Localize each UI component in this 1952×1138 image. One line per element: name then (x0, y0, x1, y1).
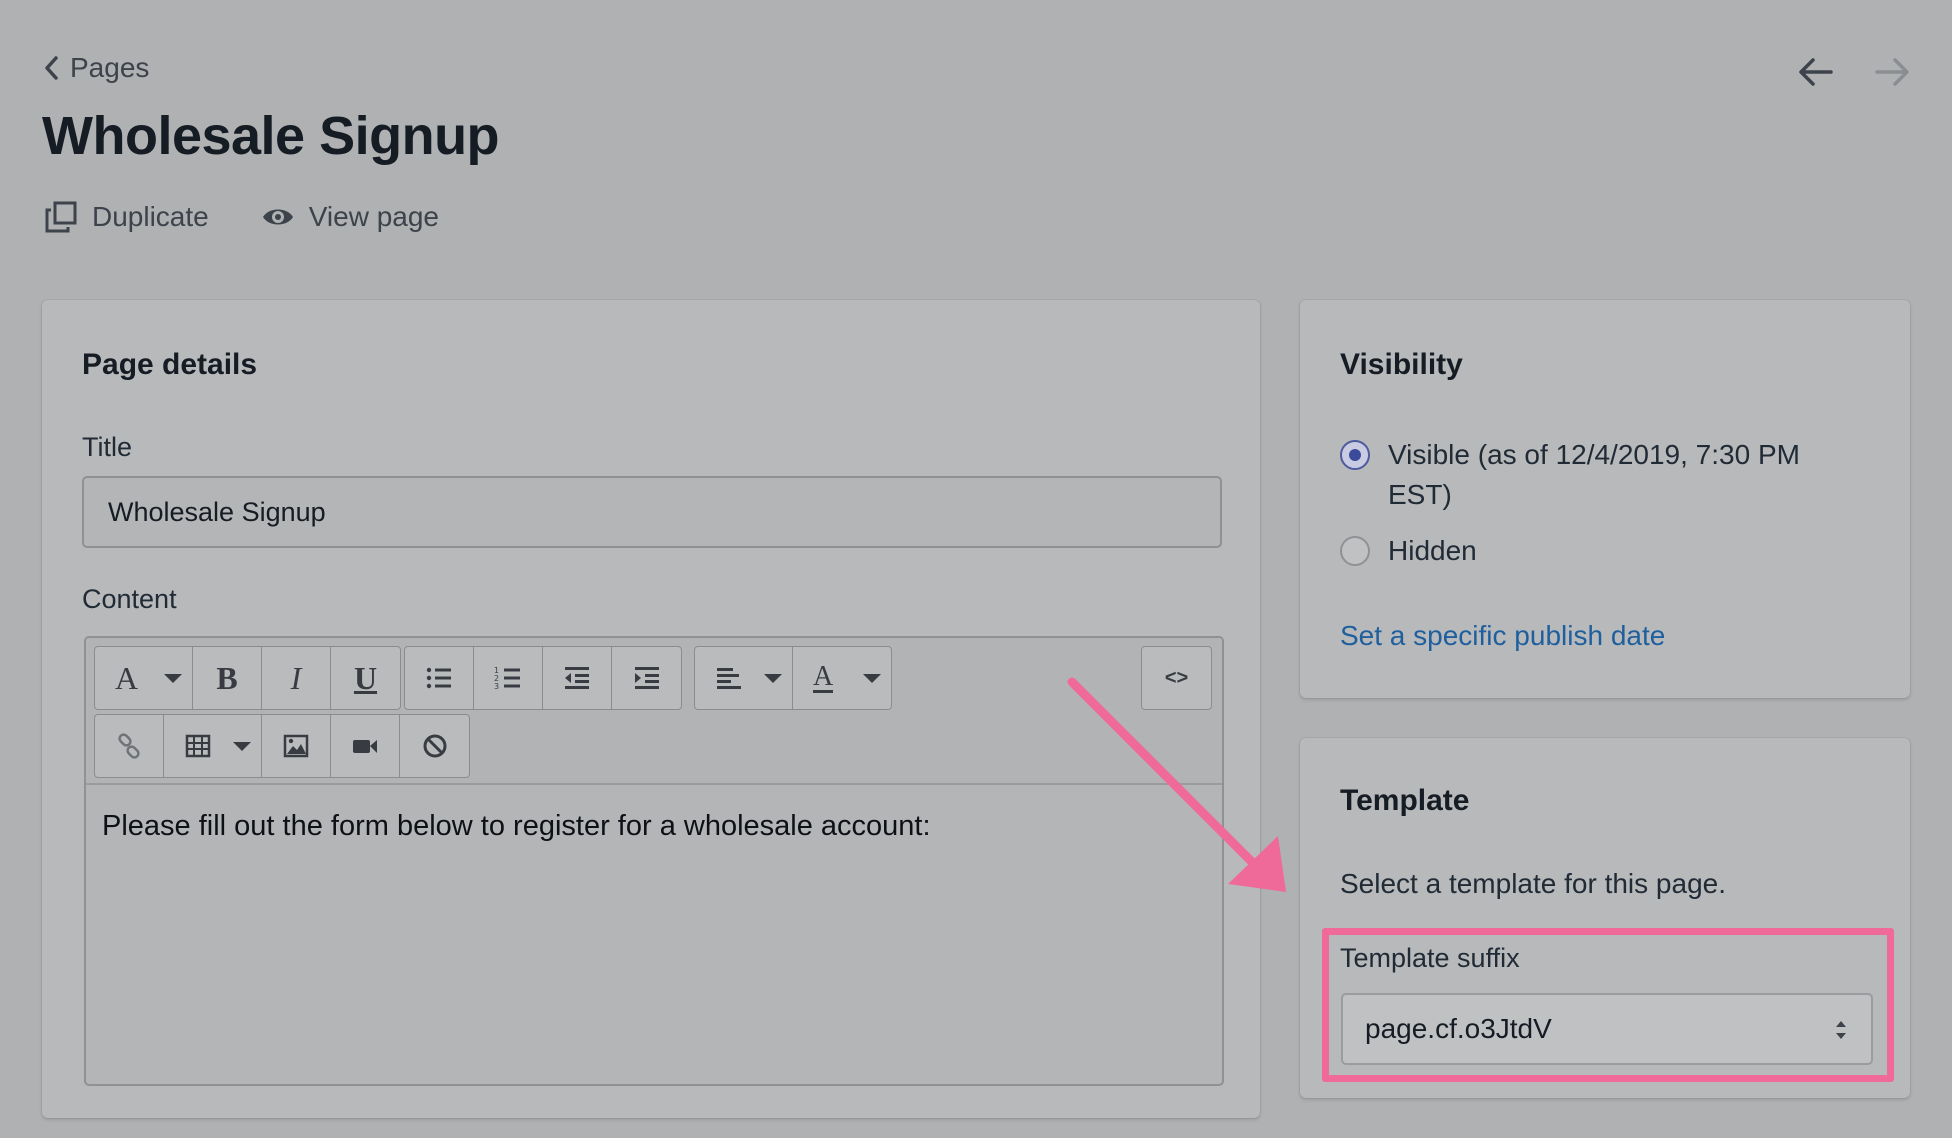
hidden-radio[interactable] (1340, 536, 1370, 566)
outdent-button[interactable] (543, 647, 612, 709)
chevron-down-icon (164, 674, 182, 683)
text-color-dropdown[interactable]: A (793, 647, 891, 709)
italic-button[interactable]: I (262, 647, 331, 709)
page-actions: Duplicate View page (44, 200, 439, 234)
bullet-list-icon (426, 667, 451, 689)
hidden-option-label: Hidden (1388, 535, 1477, 566)
chevron-down-icon (764, 674, 782, 683)
bold-button[interactable]: B (193, 647, 262, 709)
list-group: 123 (404, 646, 682, 710)
outdent-icon (565, 667, 589, 689)
insert-table-dropdown[interactable] (164, 715, 262, 777)
chevron-down-icon (863, 674, 881, 683)
indent-button[interactable] (612, 647, 681, 709)
page-title: Wholesale Signup (42, 106, 500, 166)
title-input[interactable]: Wholesale Signup (82, 476, 1222, 548)
arrow-right-icon[interactable] (1874, 55, 1910, 89)
numbered-list-icon: 123 (494, 666, 520, 691)
alignment-color-group: A (694, 646, 892, 710)
select-arrows-icon (1836, 1021, 1846, 1039)
title-input-value: Wholesale Signup (108, 496, 326, 527)
arrow-left-icon[interactable] (1798, 55, 1834, 89)
editor-content[interactable]: Please fill out the form below to regist… (102, 810, 931, 843)
numbered-list-button[interactable]: 123 (474, 647, 543, 709)
align-left-icon (717, 668, 741, 689)
font-style-glyph: A (115, 659, 139, 696)
breadcrumb-label: Pages (70, 52, 150, 83)
bold-glyph: B (216, 659, 238, 696)
breadcrumb-pages[interactable]: Pages (42, 52, 149, 84)
page-details-heading: Page details (82, 348, 258, 381)
link-icon (118, 733, 140, 759)
template-heading: Template (1340, 784, 1470, 817)
clear-formatting-icon (423, 734, 446, 758)
indent-icon (634, 667, 659, 689)
duplicate-label: Duplicate (92, 201, 209, 232)
view-page-button[interactable]: View page (261, 200, 439, 234)
duplicate-button[interactable]: Duplicate (44, 200, 209, 234)
insert-group (94, 714, 470, 778)
chevron-left-icon (45, 56, 58, 80)
annotation-arrow (1067, 677, 1286, 892)
table-icon (185, 734, 211, 758)
clear-formatting-button[interactable] (400, 715, 469, 777)
record-navigation (1798, 55, 1910, 89)
underline-glyph: U (353, 659, 378, 696)
image-icon (283, 734, 309, 758)
insert-video-button[interactable] (331, 715, 400, 777)
insert-image-button[interactable] (262, 715, 331, 777)
editor-toolbar: A B I U 123 A <> (86, 638, 1222, 785)
template-suffix-select[interactable]: page.cf.o3JtdV (1341, 993, 1873, 1065)
rich-text-editor: A B I U 123 A <> Please fill out the for… (84, 636, 1224, 1086)
text-style-group: A B I U (94, 646, 401, 710)
text-color-glyph: A (813, 660, 834, 693)
svg-text:3: 3 (494, 682, 499, 691)
template-description: Select a template for this page. (1340, 868, 1726, 899)
italic-glyph: I (290, 659, 302, 696)
title-label: Title (82, 432, 133, 462)
visible-radio[interactable] (1340, 440, 1370, 470)
template-suffix-label: Template suffix (1340, 943, 1520, 973)
template-suffix-highlight: Template suffix page.cf.o3JtdV (1322, 928, 1894, 1082)
view-page-label: View page (308, 201, 439, 232)
visible-option-label: Visible (as of 12/4/2019, 7:30 PM EST) (1388, 439, 1800, 510)
duplicate-icon (45, 201, 77, 233)
font-style-dropdown[interactable]: A (95, 647, 193, 709)
eye-icon (262, 209, 293, 225)
template-suffix-value: page.cf.o3JtdV (1365, 1013, 1552, 1044)
bullet-list-button[interactable] (405, 647, 474, 709)
chevron-down-icon (233, 742, 251, 751)
content-label: Content (82, 584, 177, 614)
alignment-dropdown[interactable] (695, 647, 793, 709)
visibility-card: Visibility Visible (as of 12/4/2019, 7:3… (1300, 300, 1910, 698)
underline-button[interactable]: U (331, 647, 400, 709)
insert-link-button[interactable] (95, 715, 164, 777)
visibility-heading: Visibility (1340, 348, 1463, 381)
video-icon (353, 740, 377, 753)
publish-date-link[interactable]: Set a specific publish date (1340, 620, 1665, 652)
